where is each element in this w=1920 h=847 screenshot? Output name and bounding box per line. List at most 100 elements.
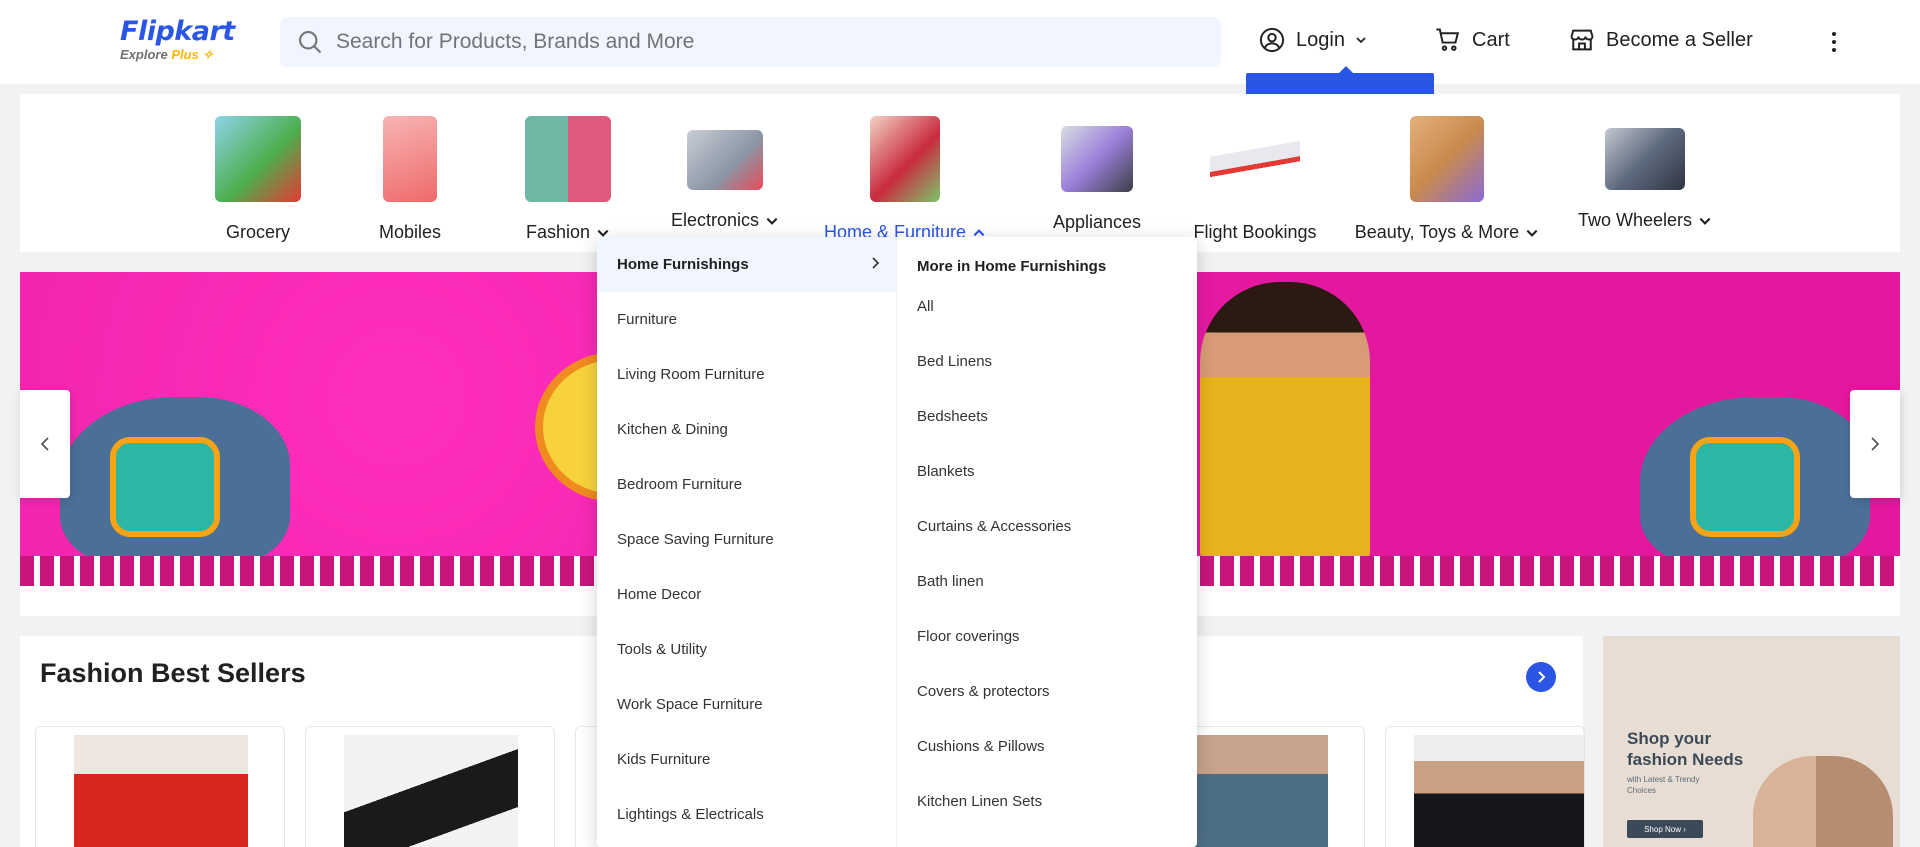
- dropdown-subitem-label: All: [917, 298, 934, 315]
- elephant-illustration: [1640, 397, 1870, 567]
- dropdown-item-furniture[interactable]: Furniture: [597, 292, 896, 347]
- dropdown-subitem-floor-coverings[interactable]: Floor coverings: [897, 609, 1197, 664]
- dropdown-subitem-all[interactable]: All: [897, 279, 1197, 334]
- banner-prev-button[interactable]: [20, 390, 70, 498]
- cart-label: Cart: [1472, 28, 1510, 51]
- category-label: Grocery: [225, 222, 290, 242]
- grocery-icon: [215, 116, 301, 202]
- logo-tagline-explore: Explore: [120, 47, 168, 62]
- category-flight-bookings[interactable]: Flight Bookings: [1170, 94, 1340, 243]
- logo-wordmark: Flipkart: [120, 16, 235, 47]
- model-photo: [1200, 282, 1370, 562]
- flight-icon: [1210, 116, 1300, 202]
- dropdown-item-label: Space Saving Furniture: [617, 531, 774, 548]
- chevron-down-icon: [1356, 37, 1366, 44]
- dropdown-item-home-furnishings[interactable]: Home Furnishings: [597, 237, 896, 292]
- search-input[interactable]: [336, 30, 1196, 54]
- cart-link[interactable]: Cart: [1434, 26, 1510, 54]
- category-fashion[interactable]: Fashion: [508, 94, 628, 243]
- dropdown-subitem-blankets[interactable]: Blankets: [897, 444, 1197, 499]
- dropdown-item-label: Living Room Furniture: [617, 366, 765, 383]
- category-appliances[interactable]: Appliances: [1022, 94, 1172, 233]
- more-options-button[interactable]: [1826, 26, 1842, 58]
- category-label: Beauty, Toys & More: [1354, 222, 1520, 242]
- shop-now-button[interactable]: Shop Now ›: [1627, 820, 1703, 838]
- user-circle-icon: [1259, 27, 1285, 53]
- category-beauty-toys[interactable]: Beauty, Toys & More: [1342, 94, 1552, 243]
- chevron-down-icon: [1699, 217, 1711, 225]
- category-label: Two Wheelers: [1577, 210, 1693, 230]
- category-bar: Grocery Mobiles Fashion Electronics Home…: [20, 94, 1900, 252]
- home-furniture-dropdown: Home Furnishings Furniture Living Room F…: [597, 237, 1197, 847]
- banner-next-button[interactable]: [1850, 390, 1900, 498]
- category-electronics[interactable]: Electronics: [650, 94, 800, 231]
- dropdown-item-home-decor[interactable]: Home Decor: [597, 567, 896, 622]
- product-card[interactable]: [305, 726, 555, 847]
- dropdown-subitem-bed-linens[interactable]: Bed Linens: [897, 334, 1197, 389]
- category-grocery[interactable]: Grocery: [198, 94, 318, 243]
- category-mobiles[interactable]: Mobiles: [350, 94, 470, 243]
- search-bar[interactable]: [280, 17, 1221, 67]
- dropdown-subitem-bedsheets[interactable]: Bedsheets: [897, 389, 1197, 444]
- dropdown-item-label: Kids Furniture: [617, 751, 711, 768]
- dropdown-subitem-label: Blankets: [917, 463, 975, 480]
- dropdown-item-label: Kitchen & Dining: [617, 421, 728, 438]
- dropdown-item-label: Lightings & Electricals: [617, 806, 764, 823]
- dropdown-secondary-list: More in Home Furnishings All Bed Linens …: [897, 237, 1197, 847]
- dropdown-subitem-label: Bedsheets: [917, 408, 988, 425]
- kebab-dot: [1832, 32, 1836, 36]
- plus-star-icon: ✧: [202, 47, 214, 62]
- dropdown-item-tools-utility[interactable]: Tools & Utility: [597, 622, 896, 677]
- promo-people-photo: [1753, 756, 1893, 847]
- chevron-down-icon: [766, 217, 778, 225]
- category-home-furniture[interactable]: Home & Furniture: [810, 94, 1000, 243]
- category-label: Electronics: [670, 210, 760, 230]
- top-header: Flipkart Explore Plus ✧ Login Cart Becom…: [0, 0, 1920, 84]
- fashion-promo-banner[interactable]: Shop your fashion Needs with Latest & Tr…: [1603, 636, 1900, 847]
- login-label: Login: [1296, 28, 1345, 51]
- search-icon: [299, 31, 322, 54]
- dropdown-item-kitchen-dining[interactable]: Kitchen & Dining: [597, 402, 896, 457]
- dropdown-subitem-bath-linen[interactable]: Bath linen: [897, 554, 1197, 609]
- elephant-illustration: [60, 397, 290, 567]
- product-image: [344, 735, 518, 847]
- dropdown-item-living-room-furniture[interactable]: Living Room Furniture: [597, 347, 896, 402]
- dropdown-item-label: Work Space Furniture: [617, 696, 763, 713]
- category-label: Mobiles: [378, 222, 442, 242]
- dropdown-subitem-label: Covers & protectors: [917, 683, 1050, 700]
- dropdown-item-label: Bedroom Furniture: [617, 476, 743, 493]
- category-label: Flight Bookings: [1193, 222, 1317, 242]
- category-label: Appliances: [1052, 212, 1142, 232]
- dropdown-subitem-kitchen-linen-sets[interactable]: Kitchen Linen Sets: [897, 774, 1197, 829]
- appliances-icon: [1061, 126, 1133, 192]
- product-card[interactable]: [1385, 726, 1585, 847]
- product-card[interactable]: [35, 726, 285, 847]
- dropdown-item-bedroom-furniture[interactable]: Bedroom Furniture: [597, 457, 896, 512]
- chevron-left-icon: [40, 437, 49, 451]
- chevron-right-icon: [1538, 671, 1546, 683]
- login-menu[interactable]: Login: [1258, 26, 1367, 54]
- dropdown-subitem-covers-protectors[interactable]: Covers & protectors: [897, 664, 1197, 719]
- dropdown-item-kids-furniture[interactable]: Kids Furniture: [597, 732, 896, 787]
- dropdown-subheader: More in Home Furnishings: [917, 258, 1107, 275]
- store-icon: [1570, 29, 1594, 51]
- dropdown-subitem-label: Cushions & Pillows: [917, 738, 1045, 755]
- logo-tagline-plus: Plus: [171, 47, 199, 62]
- category-two-wheelers[interactable]: Two Wheelers: [1565, 94, 1725, 231]
- chevron-right-icon: [872, 257, 880, 269]
- dropdown-item-label: Home Furnishings: [617, 256, 749, 273]
- section-next-button[interactable]: [1526, 662, 1556, 692]
- dropdown-subitem-cushions-pillows[interactable]: Cushions & Pillows: [897, 719, 1197, 774]
- dropdown-item-lightings-electricals[interactable]: Lightings & Electricals: [597, 787, 896, 842]
- chevron-right-icon: [1871, 437, 1880, 451]
- promo-subtitle: with Latest & Trendy Choices: [1627, 775, 1700, 795]
- beauty-toys-icon: [1410, 116, 1484, 202]
- become-seller-link[interactable]: Become a Seller: [1568, 26, 1753, 54]
- dropdown-item-label: Tools & Utility: [617, 641, 708, 658]
- logo-tagline: Explore Plus ✧: [120, 47, 235, 63]
- dropdown-subitem-curtains[interactable]: Curtains & Accessories: [897, 499, 1197, 554]
- dropdown-item-work-space-furniture[interactable]: Work Space Furniture: [597, 677, 896, 732]
- dropdown-item-space-saving-furniture[interactable]: Space Saving Furniture: [597, 512, 896, 567]
- flipkart-logo[interactable]: Flipkart Explore Plus ✧: [120, 16, 235, 63]
- shop-now-label: Shop Now: [1644, 824, 1682, 834]
